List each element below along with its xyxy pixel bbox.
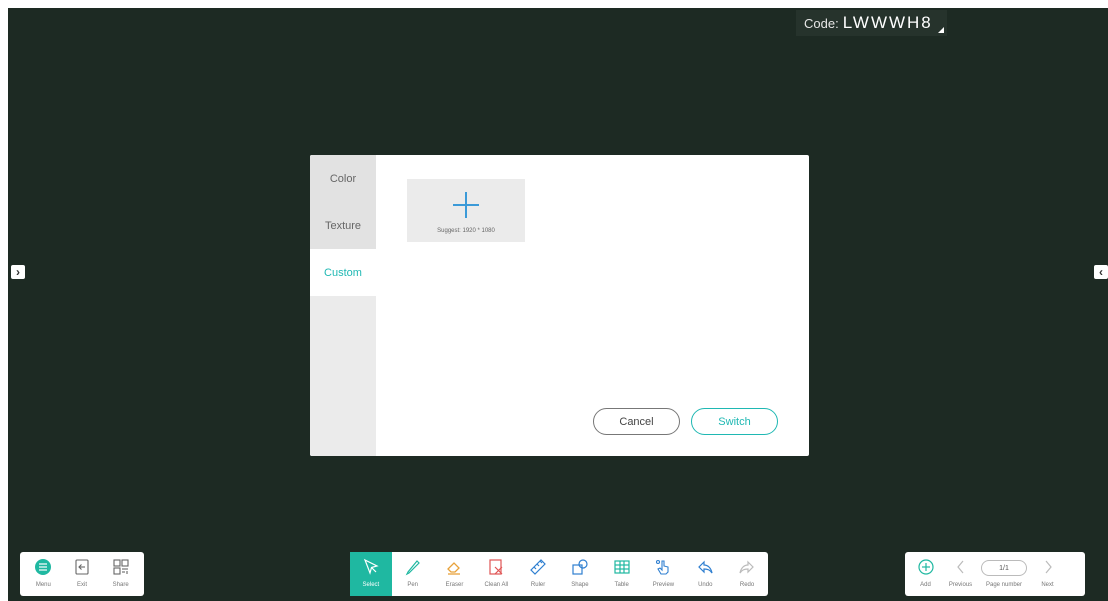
- room-code-box: Code: LWWWH8: [796, 10, 947, 36]
- upload-hint: Suggest: 1920 * 1080: [437, 228, 495, 234]
- table-label: Table: [614, 582, 629, 588]
- expand-left-button[interactable]: ›: [11, 265, 25, 279]
- preview-hand-icon: [656, 559, 670, 575]
- undo-label: Undo: [698, 582, 713, 588]
- page-number-value[interactable]: 1/1: [981, 560, 1027, 576]
- clean-all-icon: [489, 559, 503, 575]
- table-icon: [614, 560, 630, 574]
- page-number-label: Page number: [985, 582, 1023, 588]
- tab-color[interactable]: Color: [310, 155, 376, 202]
- table-tool-button[interactable]: Table: [601, 552, 643, 596]
- page-number-control[interactable]: 1/1 Page number: [978, 552, 1030, 596]
- exit-button[interactable]: Exit: [63, 552, 102, 596]
- corner-mark-icon: [937, 27, 944, 33]
- background-tabs: Color Texture Custom: [310, 155, 376, 456]
- next-page-button[interactable]: Next: [1030, 552, 1065, 596]
- pen-label: Pen: [407, 582, 419, 588]
- menu-button[interactable]: Menu: [24, 552, 63, 596]
- switch-button[interactable]: Switch: [691, 408, 778, 435]
- code-value: LWWWH8: [842, 13, 933, 32]
- upload-image-tile[interactable]: Suggest: 1920 * 1080: [407, 179, 525, 242]
- clean-all-label: Clean All: [484, 582, 509, 588]
- ruler-label: Ruler: [530, 582, 546, 588]
- previous-label: Previous: [948, 582, 973, 588]
- exit-label: Exit: [77, 582, 88, 588]
- share-label: Share: [112, 582, 129, 588]
- cancel-button[interactable]: Cancel: [593, 408, 680, 435]
- code-label: Code:: [804, 15, 839, 31]
- add-label: Add: [920, 582, 931, 588]
- ruler-icon: [530, 559, 546, 575]
- previous-page-button[interactable]: Previous: [943, 552, 978, 596]
- preview-label: Preview: [652, 582, 675, 588]
- select-label: Select: [362, 582, 380, 588]
- left-toolbar: Menu Exit Share: [20, 552, 144, 596]
- redo-icon: [739, 560, 754, 574]
- tab-custom[interactable]: Custom: [310, 249, 376, 296]
- tab-texture[interactable]: Texture: [310, 202, 376, 249]
- background-dialog: Color Texture Custom Suggest: 1920 * 108…: [310, 155, 809, 456]
- eraser-label: Eraser: [445, 582, 464, 588]
- menu-label: Menu: [35, 582, 51, 588]
- menu-icon: [35, 559, 52, 575]
- plus-icon: [453, 192, 479, 218]
- shape-label: Shape: [571, 582, 589, 588]
- page-toolbar: Add Previous 1/1 Page number Next: [905, 552, 1085, 596]
- preview-button[interactable]: Preview: [643, 552, 685, 596]
- ruler-tool-button[interactable]: Ruler: [517, 552, 559, 596]
- clean-all-button[interactable]: Clean All: [475, 552, 517, 596]
- chevron-left-icon: [956, 560, 963, 574]
- undo-button[interactable]: Undo: [684, 552, 726, 596]
- redo-label: Redo: [739, 582, 755, 588]
- pen-tool-button[interactable]: Pen: [392, 552, 434, 596]
- cursor-icon: [363, 558, 379, 575]
- eraser-tool-button[interactable]: Eraser: [434, 552, 476, 596]
- add-circle-icon: [917, 559, 934, 575]
- pen-icon: [405, 560, 420, 576]
- chevron-right-icon: [1045, 560, 1052, 574]
- undo-icon: [698, 560, 713, 574]
- select-tool-button[interactable]: Select: [350, 552, 392, 596]
- shape-tool-button[interactable]: Shape: [559, 552, 601, 596]
- qr-code-icon: [113, 559, 129, 575]
- share-button[interactable]: Share: [101, 552, 140, 596]
- eraser-icon: [447, 562, 461, 575]
- redo-button[interactable]: Redo: [726, 552, 768, 596]
- drawing-toolbar: Select Pen Eraser Clean All Ruler Shape …: [350, 552, 768, 596]
- exit-icon: [75, 559, 89, 575]
- next-label: Next: [1041, 582, 1054, 588]
- add-page-button[interactable]: Add: [908, 552, 943, 596]
- shape-icon: [572, 559, 588, 575]
- expand-right-button[interactable]: ‹: [1094, 265, 1108, 279]
